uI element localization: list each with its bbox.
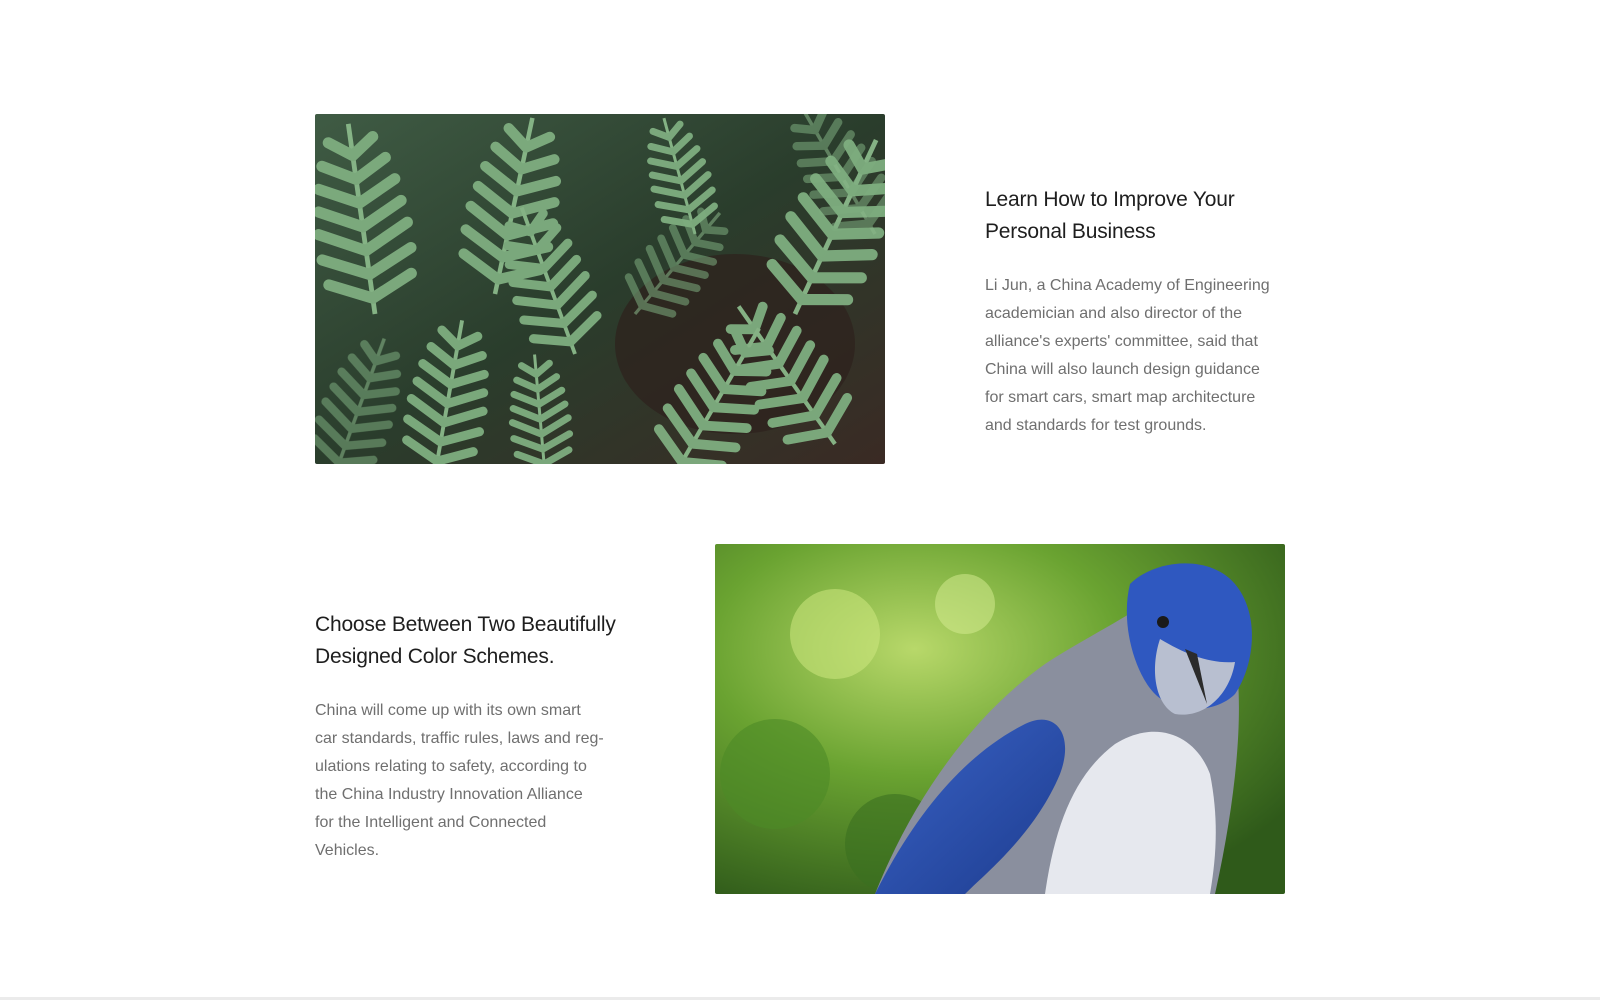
feature-description: China will come up with its own smart ca…	[315, 702, 604, 859]
feature-title: Choose Between Two Beautifully Designed …	[315, 613, 616, 668]
feature-description: Li Jun, a China Academy of Engineering a…	[985, 277, 1270, 434]
fern-photo	[315, 114, 885, 464]
feature-block-business: Learn How to Improve Your Personal Busin…	[985, 184, 1305, 440]
fern-image-graphic	[315, 114, 885, 464]
feature-title: Learn How to Improve Your Personal Busin…	[985, 188, 1235, 243]
bird-image-graphic	[715, 544, 1285, 894]
feature-block-color-schemes: Choose Between Two Beautifully Designed …	[315, 609, 635, 865]
bird-photo	[715, 544, 1285, 894]
